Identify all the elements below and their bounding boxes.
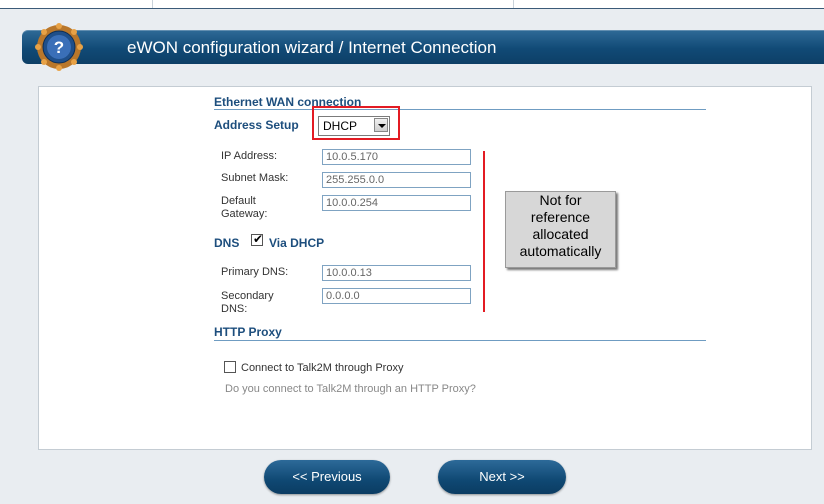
proxy-hint: Do you connect to Talk2M through an HTTP…	[225, 383, 476, 395]
title-bar: eWON configuration wizard / Internet Con…	[22, 30, 824, 64]
annotation-line	[483, 151, 485, 312]
dns-label: DNS	[214, 236, 240, 250]
annotation-note: Not for reference allocated automaticall…	[505, 191, 616, 268]
gateway-label-line2: Gateway:	[221, 208, 268, 220]
highlight-box	[312, 106, 400, 140]
secondary-dns-field[interactable]: 0.0.0.0	[322, 288, 471, 304]
wizard-window: eWON configuration wizard / Internet Con…	[0, 0, 824, 504]
note-line: Not for	[539, 192, 582, 208]
previous-button[interactable]: << Previous	[264, 460, 390, 494]
primary-dns-label: Primary DNS:	[221, 266, 289, 278]
subnet-mask-label: Subnet Mask:	[221, 172, 289, 184]
question-circle-icon[interactable]: ?	[30, 23, 88, 71]
section-divider	[214, 109, 706, 110]
section-divider	[214, 340, 706, 341]
primary-dns-field[interactable]: 10.0.0.13	[322, 265, 471, 281]
svg-text:?: ?	[54, 38, 64, 57]
ip-address-label: IP Address:	[221, 150, 278, 162]
top-border	[0, 0, 824, 9]
page-title: eWON configuration wizard / Internet Con…	[127, 38, 497, 57]
via-dhcp-label: Via DHCP	[269, 236, 325, 250]
dns-via-dhcp-checkbox[interactable]: ✔	[251, 232, 264, 246]
tab-divider	[513, 0, 514, 8]
note-line: reference	[530, 209, 591, 225]
proxy-checkbox-label[interactable]: Connect to Talk2M through Proxy	[241, 362, 403, 374]
subnet-mask-field[interactable]: 255.255.0.0	[322, 172, 471, 188]
gateway-label-line1: Default	[221, 195, 256, 207]
default-gateway-field[interactable]: 10.0.0.254	[322, 195, 471, 211]
next-button[interactable]: Next >>	[438, 460, 566, 494]
tab-divider	[152, 0, 153, 8]
address-setup-label: Address Setup	[214, 118, 299, 132]
checkmark-icon: ✔	[253, 232, 264, 246]
section-title-http-proxy: HTTP Proxy	[214, 325, 282, 339]
ip-address-field[interactable]: 10.0.5.170	[322, 149, 471, 165]
secondary-dns-label-line2: DNS:	[221, 303, 248, 315]
note-line: allocated	[532, 226, 589, 242]
secondary-dns-label-line1: Secondary	[221, 290, 274, 302]
note-line: automatically	[519, 243, 602, 259]
proxy-checkbox[interactable]	[224, 361, 236, 373]
